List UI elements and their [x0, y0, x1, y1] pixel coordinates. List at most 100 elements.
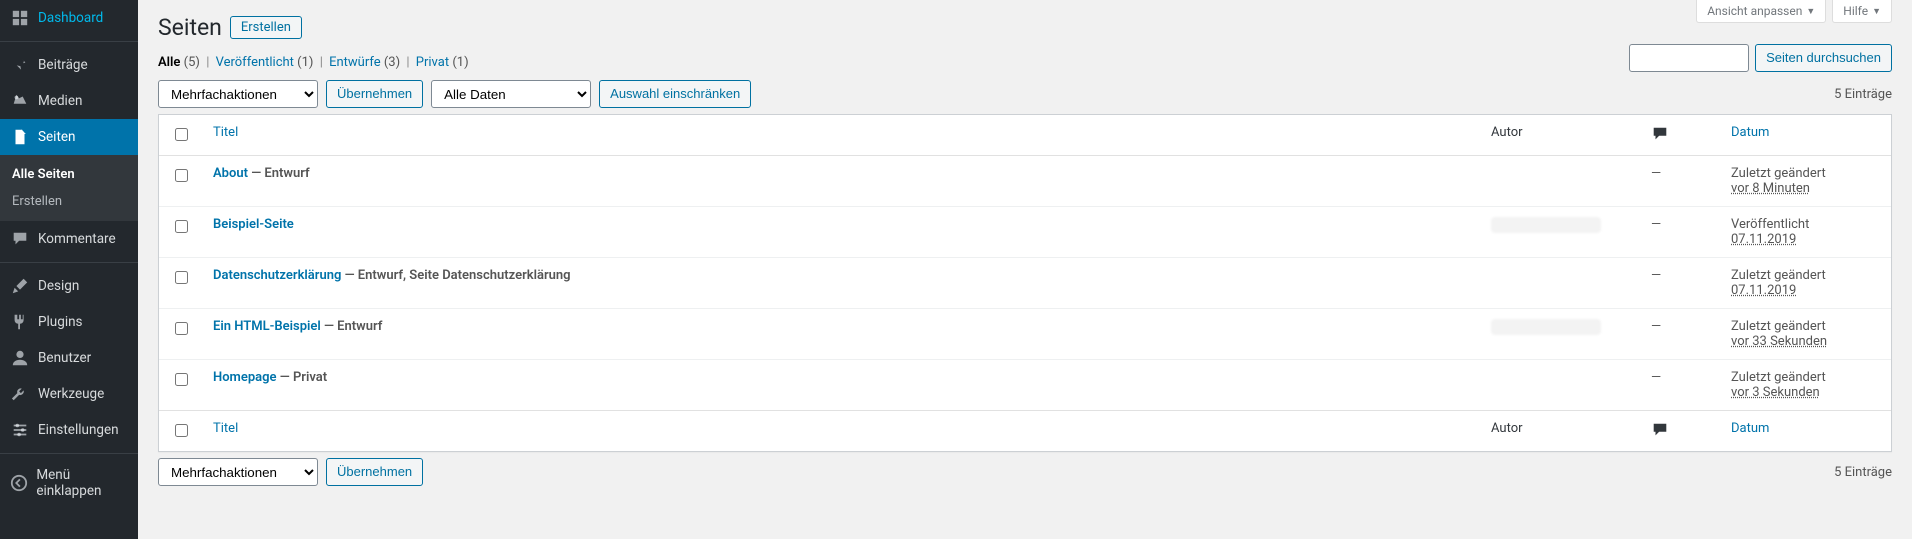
comment-icon	[10, 229, 30, 249]
screen-meta: Ansicht anpassen▼ Hilfe▼	[1696, 0, 1892, 23]
search-submit-button[interactable]: Seiten durchsuchen	[1755, 44, 1892, 72]
screen-options-tab[interactable]: Ansicht anpassen▼	[1696, 0, 1826, 23]
cell-author	[1481, 360, 1641, 410]
search-input[interactable]	[1629, 44, 1749, 72]
sort-title-link[interactable]: Titel	[213, 421, 238, 436]
post-state: — Entwurf	[321, 319, 383, 334]
view-filter-link[interactable]: Entwürfe	[329, 55, 381, 70]
post-state: — Privat	[277, 370, 328, 385]
cell-comments: —	[1641, 360, 1721, 410]
cell-comments: —	[1641, 156, 1721, 207]
row-checkbox[interactable]	[175, 373, 188, 386]
post-state: — Entwurf	[248, 166, 310, 181]
sidebar-item-label: Menü einklappen	[36, 467, 130, 499]
view-count: (3)	[384, 55, 400, 70]
filter-button[interactable]: Auswahl einschränken	[599, 80, 751, 108]
cell-title: Ein HTML-Beispiel — Entwurf	[203, 309, 1481, 360]
bulk-action-select-bottom[interactable]: Mehrfachaktionen	[158, 458, 318, 486]
sidebar-item-beiträge[interactable]: Beiträge	[0, 47, 138, 83]
tablenav-bottom: Mehrfachaktionen Übernehmen 5 Einträge	[158, 458, 1892, 486]
sidebar-item-werkzeuge[interactable]: Werkzeuge	[0, 376, 138, 412]
tablenav-top: Mehrfachaktionen Übernehmen Alle Daten A…	[158, 80, 1892, 108]
wrench-icon	[10, 384, 30, 404]
plug-icon	[10, 312, 30, 332]
page-title-link[interactable]: Datenschutzerklärung	[213, 268, 341, 283]
sidebar-item-kommentare[interactable]: Kommentare	[0, 221, 138, 257]
sidebar-item-medien[interactable]: Medien	[0, 83, 138, 119]
sidebar-item-label: Seiten	[38, 129, 76, 145]
date-status: Zuletzt geändert	[1731, 268, 1826, 283]
table-row: Beispiel-Seite—Veröffentlicht07.11.2019	[159, 207, 1891, 258]
screen-options-label: Ansicht anpassen	[1707, 4, 1802, 18]
cell-author	[1481, 156, 1641, 207]
pin-icon	[10, 55, 30, 75]
comment-icon	[1651, 421, 1711, 439]
date-value: 07.11.2019	[1731, 283, 1796, 298]
sidebar-item-dashboard[interactable]: Dashboard	[0, 0, 138, 36]
date-value: vor 3 Sekunden	[1731, 385, 1820, 400]
date-status: Zuletzt geändert	[1731, 370, 1826, 385]
sidebar-item-label: Plugins	[38, 314, 83, 330]
select-all-checkbox-bottom[interactable]	[175, 424, 188, 437]
content-area: Ansicht anpassen▼ Hilfe▼ Seiten Erstelle…	[138, 0, 1912, 532]
author-redacted	[1491, 319, 1601, 335]
view-count: (1)	[452, 55, 468, 70]
sidebar-item-einstellungen[interactable]: Einstellungen	[0, 412, 138, 448]
select-all-checkbox[interactable]	[175, 128, 188, 141]
row-checkbox[interactable]	[175, 322, 188, 335]
view-filter-link[interactable]: Alle	[158, 55, 180, 70]
sidebar-item-label: Beiträge	[38, 57, 88, 73]
date-status: Zuletzt geändert	[1731, 319, 1826, 334]
view-filter-link[interactable]: Veröffentlicht	[216, 55, 294, 70]
row-checkbox[interactable]	[175, 169, 188, 182]
sidebar-subitem[interactable]: Alle Seiten	[0, 161, 138, 188]
sidebar-item-seiten[interactable]: Seiten	[0, 119, 138, 155]
sort-date-link[interactable]: Datum	[1731, 421, 1769, 436]
column-date: Datum	[1721, 115, 1891, 156]
sidebar-item-benutzer[interactable]: Benutzer	[0, 340, 138, 376]
page-title-link[interactable]: Ein HTML-Beispiel	[213, 319, 321, 334]
sidebar-item-label: Einstellungen	[38, 422, 119, 438]
item-count: 5 Einträge	[1834, 87, 1892, 102]
sidebar-item-plugins[interactable]: Plugins	[0, 304, 138, 340]
media-icon	[10, 91, 30, 111]
cell-title: About — Entwurf	[203, 156, 1481, 207]
sidebar-item-label: Benutzer	[38, 350, 91, 366]
view-count: (1)	[297, 55, 313, 70]
row-checkbox[interactable]	[175, 220, 188, 233]
date-filter-select[interactable]: Alle Daten	[431, 80, 591, 108]
date-value: vor 33 Sekunden	[1731, 334, 1827, 349]
sidebar-item-design[interactable]: Design	[0, 268, 138, 304]
date-value: 07.11.2019	[1731, 232, 1796, 247]
sidebar-item-label: Medien	[38, 93, 82, 109]
admin-sidebar: Dashboard Beiträge Medien Seiten Alle Seiten…	[0, 0, 138, 539]
page-title-link[interactable]: About	[213, 166, 248, 181]
sliders-icon	[10, 420, 30, 440]
comment-icon	[1651, 125, 1711, 143]
cell-date: Zuletzt geändert07.11.2019	[1721, 258, 1891, 309]
page-title-link[interactable]: Beispiel-Seite	[213, 217, 294, 232]
bulk-action-select[interactable]: Mehrfachaktionen	[158, 80, 318, 108]
row-checkbox[interactable]	[175, 271, 188, 284]
date-status: Zuletzt geändert	[1731, 166, 1826, 181]
sidebar-item-menü-einklappen[interactable]: Menü einklappen	[0, 459, 138, 507]
add-new-button[interactable]: Erstellen	[230, 16, 302, 39]
cell-title: Datenschutzerklärung — Entwurf, Seite Da…	[203, 258, 1481, 309]
help-tab[interactable]: Hilfe▼	[1832, 0, 1892, 23]
pages-table: Titel Autor Datum About — Entwurf—Zuletz…	[158, 114, 1892, 452]
dashboard-icon	[10, 8, 30, 28]
view-filter-link[interactable]: Privat	[416, 55, 449, 70]
page-title-link[interactable]: Homepage	[213, 370, 277, 385]
page-title: Seiten	[158, 14, 222, 41]
date-status: Veröffentlicht	[1731, 217, 1809, 232]
page-icon	[10, 127, 30, 147]
cell-title: Homepage — Privat	[203, 360, 1481, 410]
sidebar-item-label: Kommentare	[38, 231, 116, 247]
cell-author	[1481, 207, 1641, 258]
cell-author	[1481, 258, 1641, 309]
sort-date-link[interactable]: Datum	[1731, 125, 1769, 140]
bulk-apply-button-bottom[interactable]: Übernehmen	[326, 458, 423, 486]
sort-title-link[interactable]: Titel	[213, 125, 238, 140]
bulk-apply-button[interactable]: Übernehmen	[326, 80, 423, 108]
sidebar-subitem[interactable]: Erstellen	[0, 188, 138, 215]
